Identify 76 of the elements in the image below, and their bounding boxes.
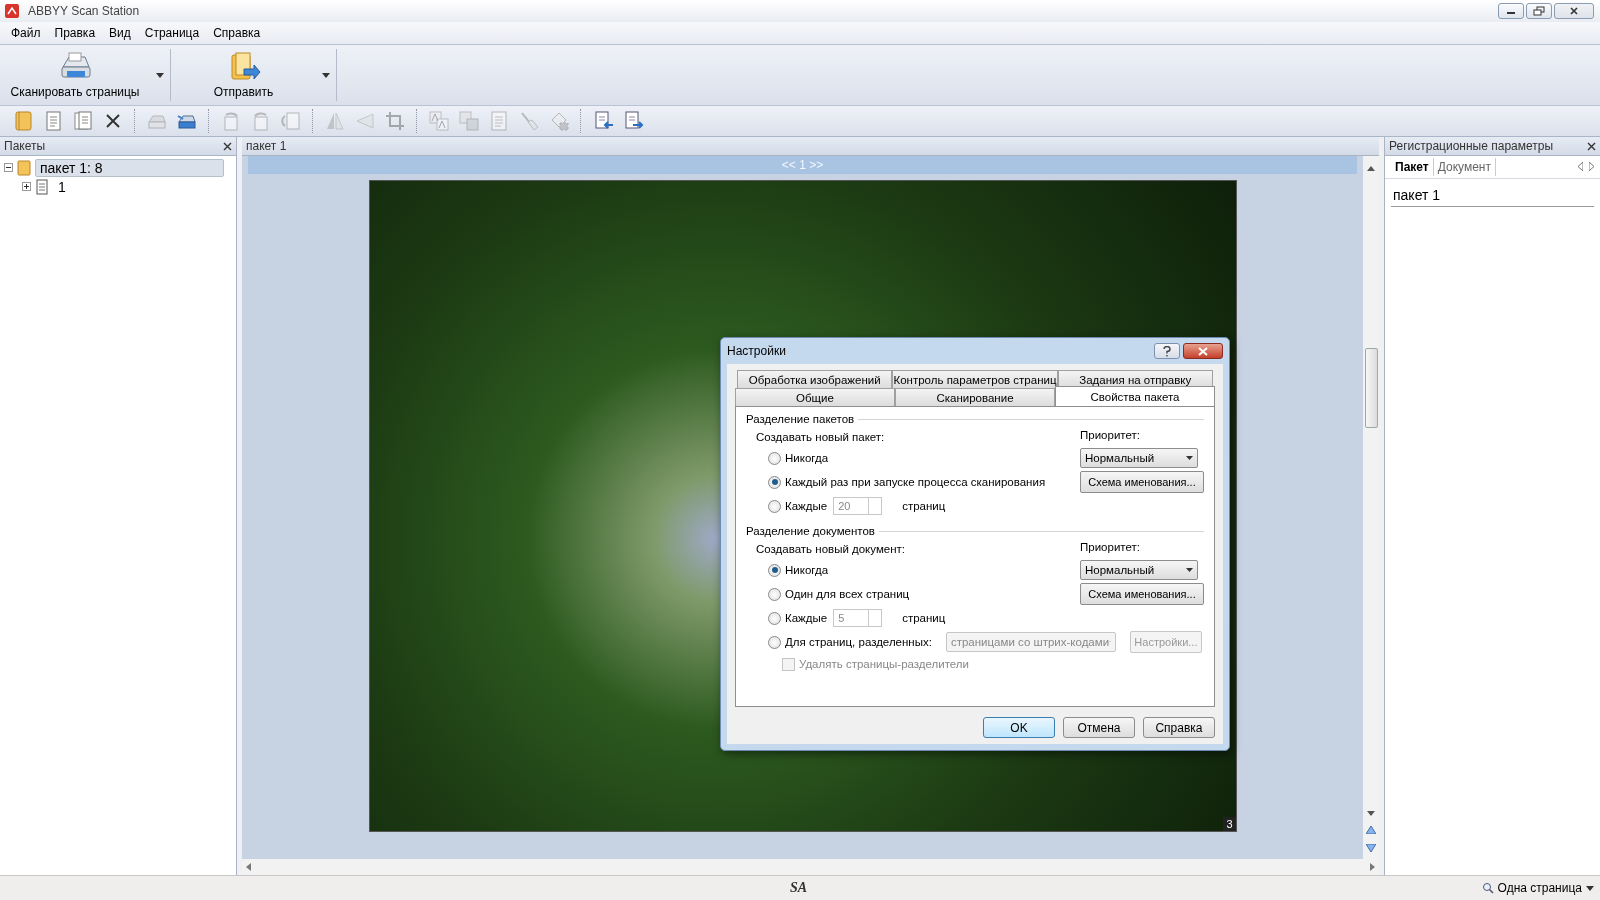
naming-scheme-button[interactable]: Схема именования... — [1080, 583, 1204, 605]
option-label: Для страниц, разделенных: — [785, 636, 932, 648]
section-title: Разделение документов — [746, 525, 875, 537]
checkbox-label: Удалять страницы-разделители — [799, 658, 969, 670]
option-label: Один для всех страниц — [785, 588, 910, 600]
dialog-button[interactable]: Отмена — [1063, 717, 1135, 738]
app-logo: SA — [790, 880, 808, 896]
option-label: Никогда — [785, 564, 829, 576]
field-value[interactable]: пакет 1 — [1391, 185, 1594, 207]
menu-item[interactable]: Файл — [4, 24, 48, 42]
dialog-button[interactable]: OK — [983, 717, 1055, 738]
close-icon — [1198, 346, 1208, 356]
tab-label[interactable]: пакет 1 — [246, 139, 287, 153]
close-icon[interactable] — [223, 141, 232, 151]
tab[interactable]: Пакет — [1391, 158, 1434, 176]
restore-icon — [1533, 6, 1545, 16]
radio-button[interactable] — [768, 563, 781, 577]
tab[interactable]: Контроль параметров страниц — [892, 370, 1058, 388]
prompt-label: Создавать новый документ: — [756, 543, 907, 555]
help-icon — [1163, 345, 1171, 357]
dialog-title: Настройки — [727, 344, 787, 358]
minimize-button[interactable] — [1498, 3, 1524, 19]
panel-title: Регистрационные параметры — [1389, 139, 1554, 153]
tab[interactable]: Обработка изображений — [737, 370, 893, 388]
priority-label: Приоритет: — [1080, 541, 1141, 553]
restore-button[interactable] — [1526, 3, 1552, 19]
ribbon-button[interactable]: Отправить — [171, 45, 316, 105]
tab[interactable]: Свойства пакета — [1055, 386, 1215, 406]
radio-button[interactable] — [768, 451, 781, 465]
priority-label: Приоритет: — [1080, 429, 1141, 441]
prompt-label: Создавать новый пакет: — [756, 431, 886, 443]
panel-title: Пакеты — [4, 139, 46, 153]
tree-item[interactable]: 1 — [53, 177, 71, 196]
arrow-right-icon[interactable] — [1589, 160, 1594, 174]
option-label: Каждый раз при запуске процесса сканирования — [785, 476, 1046, 488]
tab[interactable]: Документ — [1433, 158, 1496, 176]
option-label: Каждые — [785, 612, 828, 624]
close-button[interactable] — [1554, 3, 1594, 19]
unit-label: страниц — [902, 612, 946, 624]
scrollbar-thumb[interactable] — [1364, 348, 1378, 428]
option-label: Никогда — [785, 452, 829, 464]
notebook-icon — [16, 159, 32, 176]
ribbon-button[interactable]: Сканировать страницы — [0, 45, 150, 105]
menu-item[interactable]: Правка — [47, 24, 103, 42]
page-number: 3 — [1223, 817, 1236, 831]
priority-dropdown[interactable]: Нормальный — [1080, 448, 1198, 468]
previous-page-icon[interactable] — [1366, 823, 1376, 837]
next-page-icon[interactable] — [1366, 841, 1376, 855]
radio-button[interactable] — [768, 475, 781, 489]
scroll-right-icon[interactable] — [1370, 860, 1375, 874]
tab[interactable]: Сканирование — [895, 388, 1055, 406]
close-icon[interactable] — [1587, 141, 1596, 151]
app-icon — [4, 3, 20, 19]
expand-icon[interactable] — [22, 182, 31, 191]
scroll-left-icon[interactable] — [246, 860, 251, 874]
help-button[interactable] — [1154, 343, 1180, 359]
magnifier-icon — [1481, 882, 1494, 894]
menu-item[interactable]: Страница — [137, 24, 207, 42]
option-label: Каждые — [785, 500, 828, 512]
unit-label: страниц — [902, 500, 946, 512]
view-selector[interactable]: Одна страница — [1475, 880, 1600, 896]
dialog-button[interactable]: Справка — [1143, 717, 1215, 738]
menu-item[interactable]: Справка — [206, 24, 268, 42]
tree-item[interactable]: пакет 1: 8 — [35, 158, 224, 177]
document-icon — [34, 178, 50, 195]
tab[interactable]: Общие — [735, 388, 895, 406]
close-button[interactable] — [1183, 343, 1223, 359]
priority-dropdown[interactable]: Нормальный — [1080, 560, 1198, 580]
menu-item[interactable]: Вид — [102, 24, 138, 42]
window-title: ABBYY Scan Station — [28, 4, 141, 18]
naming-scheme-button[interactable]: Схема именования... — [1080, 471, 1204, 493]
collapse-icon[interactable] — [4, 163, 13, 172]
close-icon — [1569, 6, 1579, 16]
radio-button[interactable] — [768, 587, 781, 601]
arrow-left-icon[interactable] — [1578, 160, 1583, 174]
section-title: Разделение пакетов — [746, 413, 855, 425]
